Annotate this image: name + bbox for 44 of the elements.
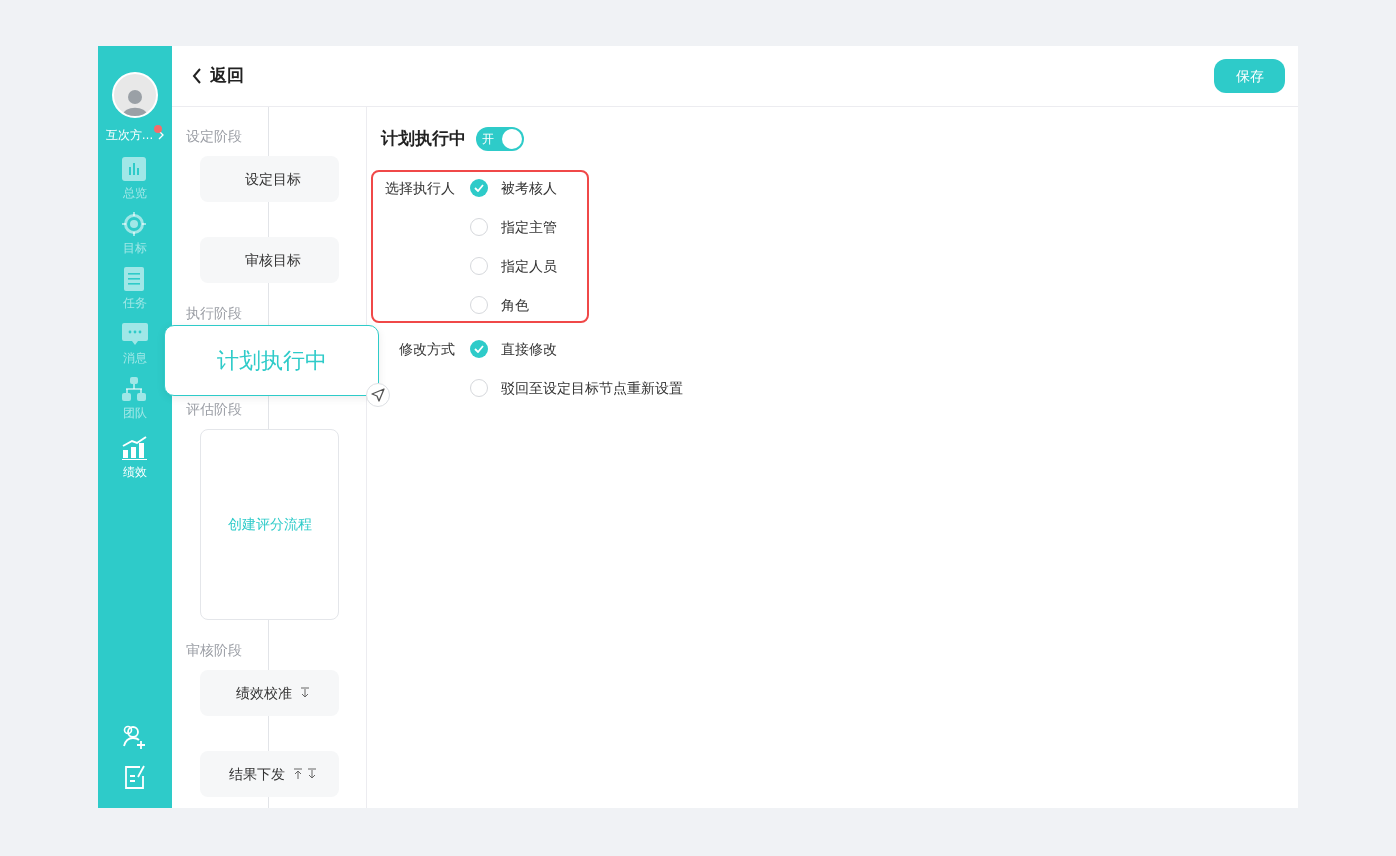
crosshair-icon bbox=[122, 212, 148, 236]
flow-step[interactable]: 设定目标 bbox=[200, 156, 339, 202]
stage-label: 审核阶段 bbox=[186, 641, 243, 659]
edit-note-icon bbox=[123, 764, 147, 790]
option-label[interactable]: 直接修改 bbox=[501, 338, 557, 359]
chevron-right-icon bbox=[156, 130, 165, 140]
arrow-down-icon bbox=[306, 768, 317, 780]
arrow-down-icon bbox=[299, 687, 310, 699]
radio-button[interactable] bbox=[470, 378, 488, 397]
option-label[interactable]: 被考核人 bbox=[501, 177, 557, 198]
chat-bubble-icon bbox=[122, 322, 148, 346]
field-label: 修改方式 bbox=[398, 339, 455, 359]
section-title: 计划执行中 bbox=[381, 128, 466, 150]
flow-step[interactable]: 绩效校准 bbox=[200, 670, 339, 716]
radio-button[interactable] bbox=[470, 339, 488, 358]
flow-step[interactable]: 结果下发 bbox=[200, 751, 339, 797]
radio-button[interactable] bbox=[470, 295, 488, 314]
radio-button[interactable] bbox=[470, 178, 488, 197]
move-up-button[interactable] bbox=[292, 768, 303, 780]
move-down-button[interactable] bbox=[306, 768, 317, 780]
edit-note-button[interactable] bbox=[123, 764, 147, 790]
org-chart-icon bbox=[122, 377, 148, 401]
radio-button[interactable] bbox=[470, 217, 488, 236]
growth-chart-icon bbox=[122, 436, 148, 460]
stage-label: 执行阶段 bbox=[186, 304, 243, 322]
option-label[interactable]: 驳回至设定目标节点重新设置 bbox=[501, 377, 683, 398]
bar-chart-icon bbox=[122, 157, 148, 181]
option-label[interactable]: 指定主管 bbox=[501, 216, 557, 237]
field-label: 选择执行人 bbox=[384, 178, 455, 198]
stage-label: 评估阶段 bbox=[186, 400, 243, 418]
move-down-button[interactable] bbox=[299, 687, 310, 699]
arrow-up-icon bbox=[292, 768, 303, 780]
radio-button[interactable] bbox=[470, 256, 488, 275]
checkmark-icon bbox=[474, 344, 484, 353]
option-label[interactable]: 角色 bbox=[501, 294, 529, 315]
option-label[interactable]: 指定人员 bbox=[501, 255, 557, 276]
stage-label: 设定阶段 bbox=[186, 127, 243, 145]
back-button[interactable]: 返回 bbox=[192, 63, 244, 89]
add-user-icon bbox=[122, 724, 148, 750]
flow-step[interactable]: 审核目标 bbox=[200, 237, 339, 283]
send-icon bbox=[366, 383, 390, 407]
avatar bbox=[112, 72, 158, 118]
checkmark-icon bbox=[474, 183, 484, 192]
add-user-button[interactable] bbox=[122, 724, 148, 750]
